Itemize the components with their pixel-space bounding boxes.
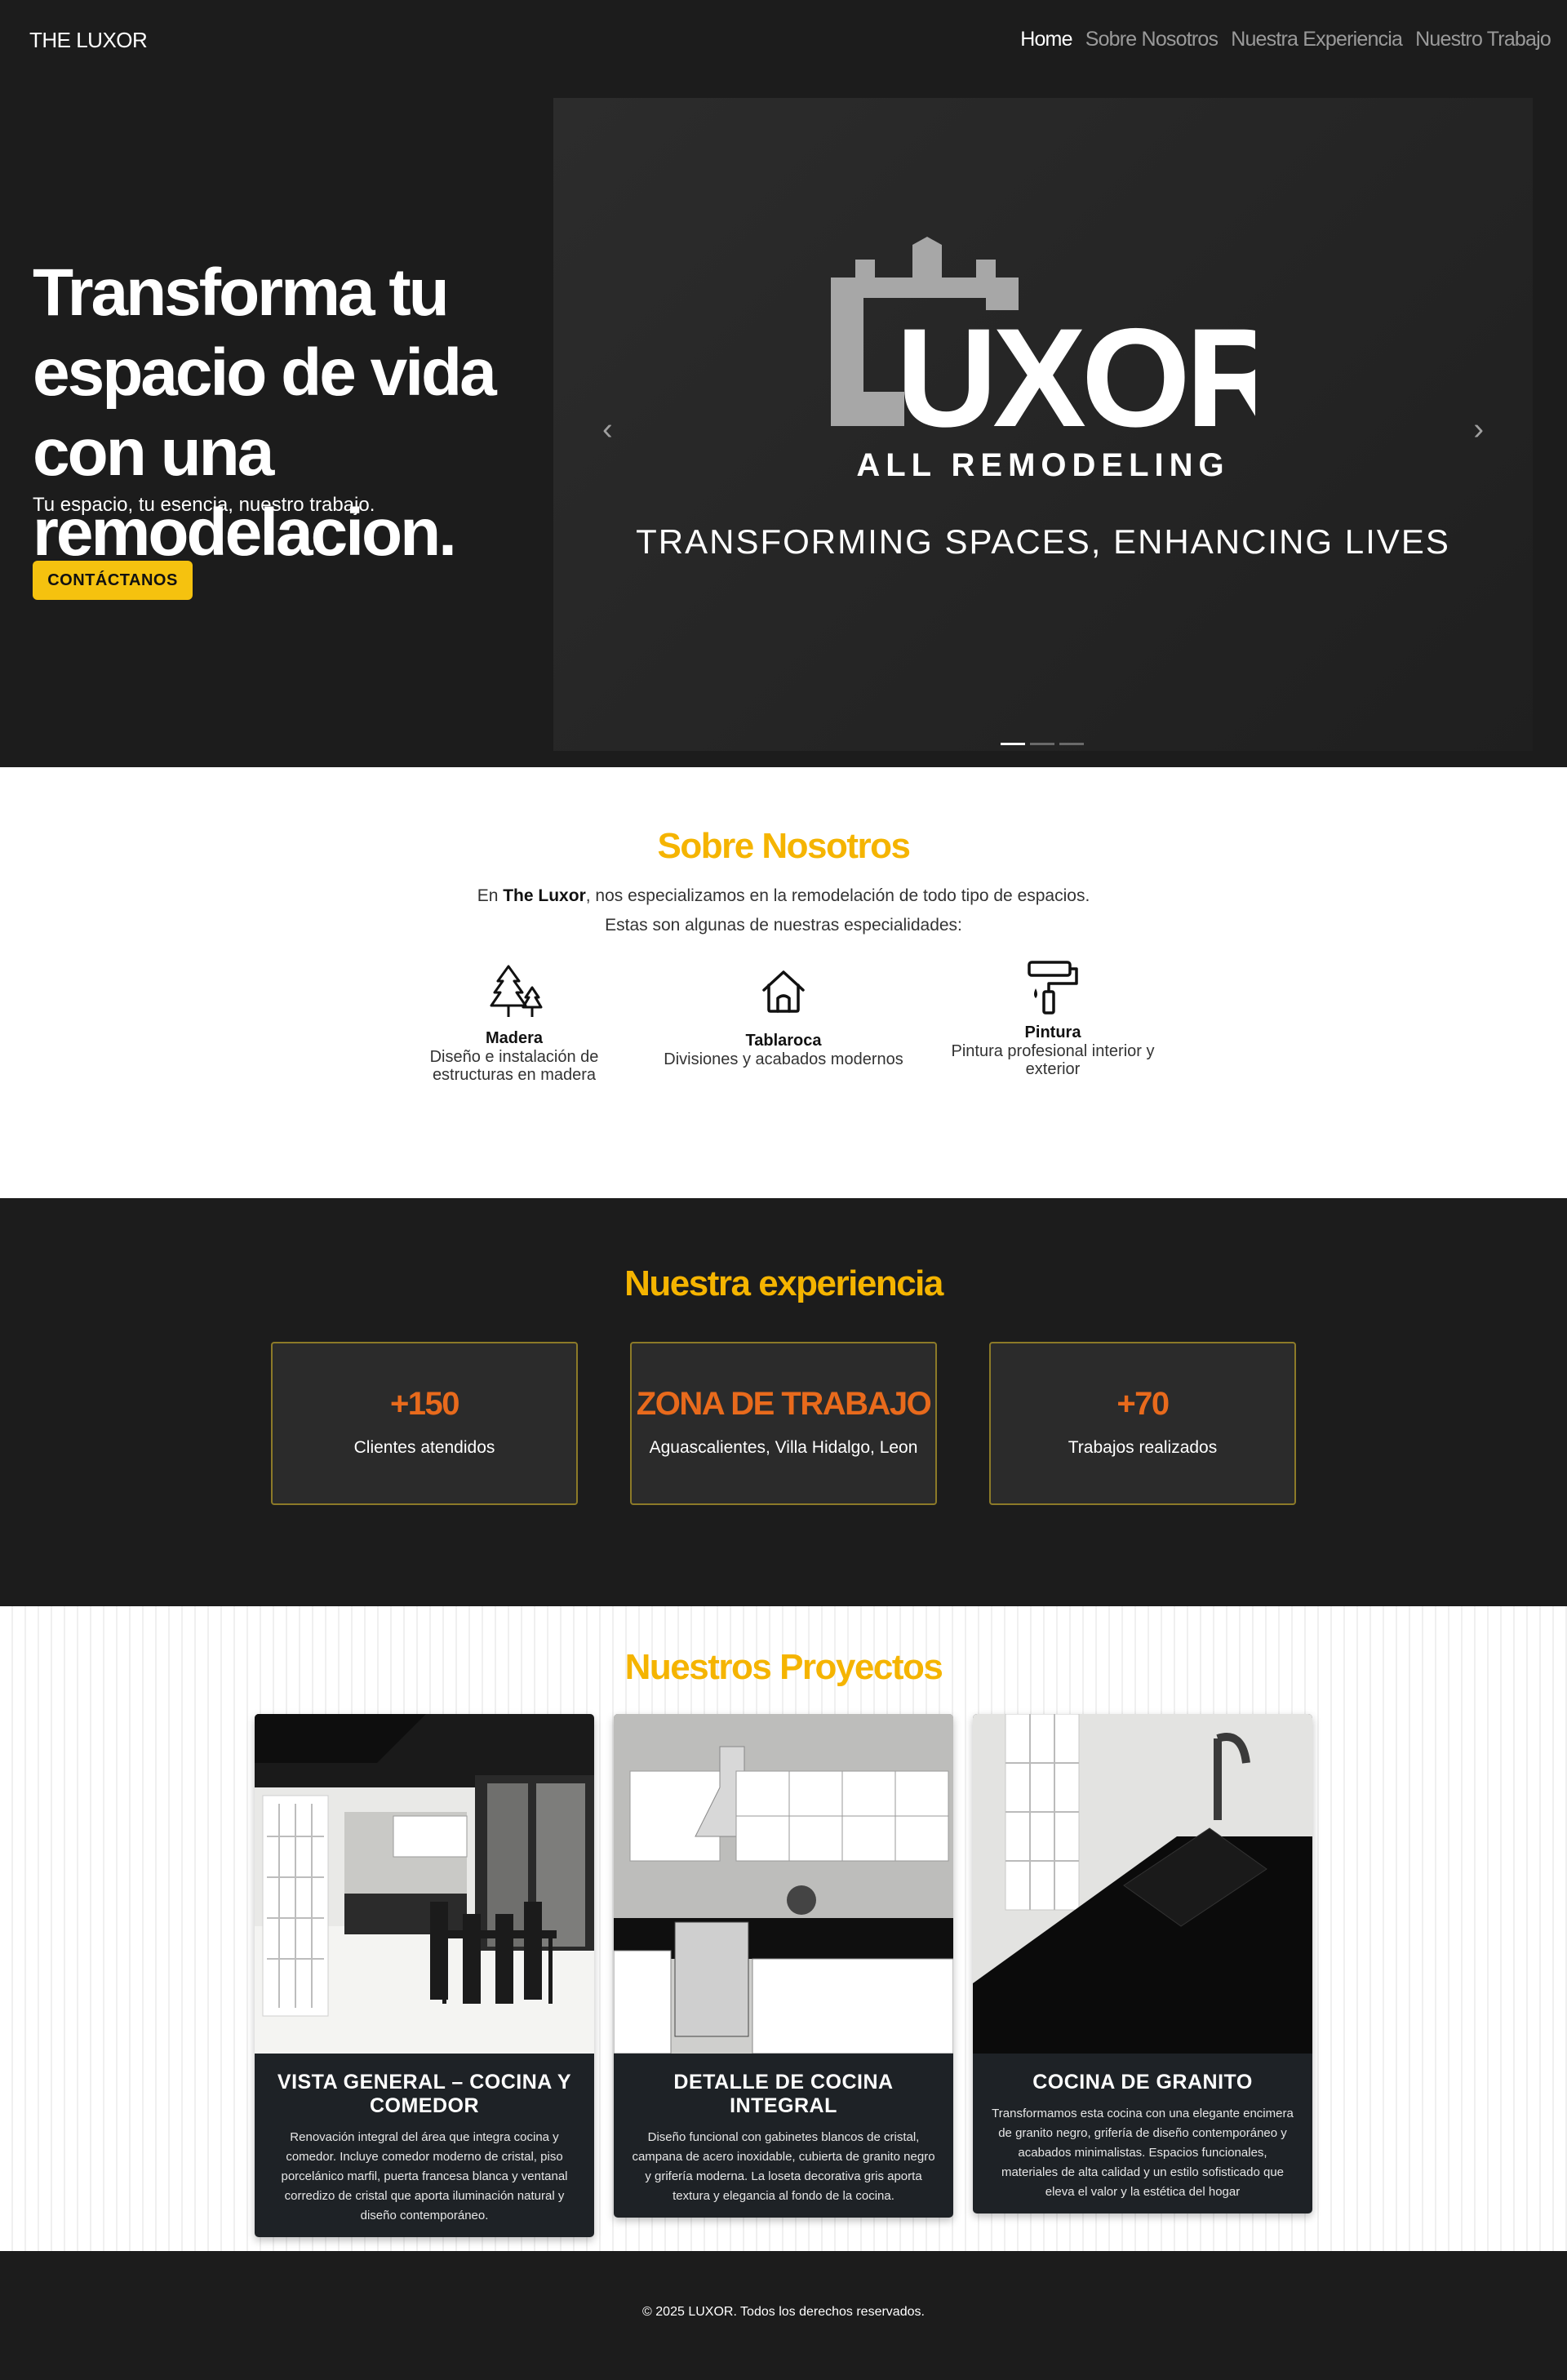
specialty-desc: Divisiones y acabados modernos — [664, 1050, 903, 1068]
logo-tagline: TRANSFORMING SPACES, ENHANCING LIVES — [636, 522, 1450, 561]
experience-value: +150 — [389, 1386, 460, 1422]
specialty-madera: Madera Diseño e instalación de estructur… — [416, 963, 612, 1084]
carousel-prev-icon[interactable]: ‹ — [602, 412, 613, 447]
experience-title: Nuestra experiencia — [624, 1263, 943, 1303]
projects-section: Nuestros Proyectos VISTA GENERAL – COCIN… — [0, 1606, 1567, 2251]
top-navbar: THE LUXOR Home Sobre Nosotros Nuestra Ex… — [0, 0, 1567, 82]
logo-subtitle: ALL REMODELING — [856, 447, 1230, 483]
luxor-logo-icon: UXOR — [831, 237, 1255, 441]
specialty-pintura: Pintura Pintura profesional interior y e… — [930, 959, 1175, 1078]
experience-label: Clientes atendidos — [353, 1438, 495, 1457]
carousel-indicator[interactable] — [1030, 743, 1054, 745]
footer-copyright: © 2025 LUXOR. Todos los derechos reserva… — [642, 2305, 925, 2319]
project-photo-kitchen — [614, 1714, 953, 2054]
project-card-dining[interactable]: VISTA GENERAL – COCINA Y COMEDOR Renovac… — [255, 1714, 594, 2237]
experience-section: Nuestra experiencia +150 Clientes atendi… — [0, 1198, 1567, 1606]
experience-card-zone: ZONA DE TRABAJO Aguascalientes, Villa Hi… — [630, 1342, 937, 1505]
experience-label: Aguascalientes, Villa Hidalgo, Leon — [649, 1438, 918, 1457]
carousel-next-icon[interactable]: › — [1473, 412, 1484, 447]
project-title: DETALLE DE COCINA INTEGRAL — [673, 2071, 894, 2117]
hero-carousel: ‹ › UXOR ALL REMODELING TRANSFORMING SPA… — [553, 98, 1533, 751]
hero-title: Transforma tu espacio de vida con una re… — [33, 255, 497, 570]
specialty-title: Tablaroca — [745, 1032, 822, 1050]
experience-value: ZONA DE TRABAJO — [636, 1386, 932, 1422]
svg-text:UXOR: UXOR — [896, 300, 1255, 441]
project-title: VISTA GENERAL – COCINA Y COMEDOR — [277, 2071, 572, 2117]
contact-button[interactable]: CONTÁCTANOS — [33, 561, 193, 600]
projects-title: Nuestros Proyectos — [624, 1647, 943, 1687]
specialty-tablaroca: Tablaroca Divisiones y acabados modernos — [653, 967, 914, 1068]
house-icon — [762, 970, 805, 1013]
experience-card-jobs: +70 Trabajos realizados — [989, 1342, 1296, 1505]
carousel-indicator[interactable] — [1001, 743, 1025, 745]
hero-section: Transforma tu espacio de vida con una re… — [0, 82, 1567, 767]
about-intro-2: Estas son algunas de nuestras especialid… — [605, 916, 962, 935]
paint-roller-icon — [1028, 961, 1078, 1015]
specialty-title: Madera — [485, 1029, 544, 1047]
project-photo-granite — [973, 1714, 1312, 2054]
about-title: Sobre Nosotros — [657, 826, 911, 866]
specialty-title: Pintura — [1024, 1023, 1081, 1041]
carousel-indicators — [1001, 743, 1084, 745]
nav-link-nuestra-experiencia[interactable]: Nuestra Experiencia — [1231, 28, 1403, 51]
trees-icon — [490, 965, 542, 1017]
footer: © 2025 LUXOR. Todos los derechos reserva… — [0, 2251, 1567, 2380]
project-description: Transformamos esta cocina con una elegan… — [992, 2107, 1294, 2199]
specialty-desc: Pintura profesional interior y exterior — [951, 1042, 1155, 1078]
nav-link-home[interactable]: Home — [1020, 28, 1072, 51]
hero-subtitle: Tu espacio, tu esencia, nuestro trabajo. — [33, 494, 375, 516]
experience-value: +70 — [1116, 1386, 1170, 1422]
nav-link-sobre-nosotros[interactable]: Sobre Nosotros — [1085, 28, 1219, 51]
about-intro: En The Luxor, nos especializamos en la r… — [477, 886, 1090, 905]
project-card-granite[interactable]: COCINA DE GRANITO Transformamos esta coc… — [973, 1714, 1312, 2213]
carousel-indicator[interactable] — [1059, 743, 1084, 745]
experience-label: Trabajos realizados — [1068, 1438, 1218, 1457]
project-photo-dining — [255, 1714, 594, 2054]
nav-links: Home Sobre Nosotros Nuestra Experiencia … — [1020, 28, 1551, 51]
experience-card-clients: +150 Clientes atendidos — [271, 1342, 578, 1505]
project-description: Renovación integral del área que integra… — [281, 2130, 568, 2222]
project-card-kitchen[interactable]: DETALLE DE COCINA INTEGRAL Diseño funcio… — [614, 1714, 953, 2218]
about-section: Sobre Nosotros En The Luxor, nos especia… — [0, 767, 1567, 1198]
project-description: Diseño funcional con gabinetes blancos d… — [632, 2130, 935, 2203]
brand-logo-text[interactable]: THE LUXOR — [29, 28, 148, 53]
nav-link-nuestro-trabajo[interactable]: Nuestro Trabajo — [1415, 28, 1551, 51]
specialty-desc: Diseño e instalación de estructuras en m… — [429, 1048, 599, 1084]
project-title: COCINA DE GRANITO — [1032, 2071, 1253, 2094]
